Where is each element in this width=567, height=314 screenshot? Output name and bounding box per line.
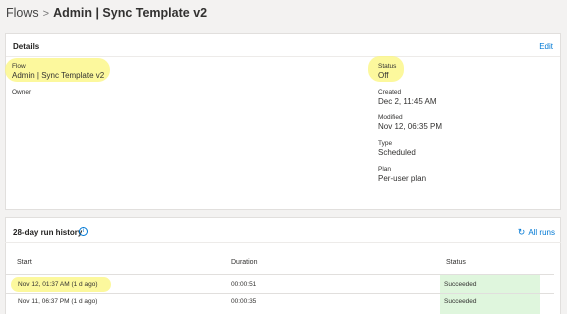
- details-title: Details: [13, 42, 40, 51]
- type-value: Scheduled: [378, 148, 416, 157]
- info-icon[interactable]: i: [79, 227, 88, 236]
- run-history-title: 28-day run history: [13, 228, 83, 237]
- column-header-start[interactable]: Start: [17, 259, 32, 266]
- run-status-cell: Succeeded: [444, 281, 477, 288]
- edit-button[interactable]: Edit: [539, 42, 553, 51]
- flow-label: Flow: [12, 63, 26, 70]
- all-runs-link[interactable]: ↻ All runs: [518, 227, 555, 238]
- divider: [5, 242, 561, 243]
- breadcrumb-flows-link[interactable]: Flows: [6, 6, 39, 20]
- run-status-cell: Succeeded: [444, 298, 477, 305]
- chevron-right-icon: >: [42, 8, 50, 20]
- status-label: Status: [378, 63, 397, 70]
- plan-value: Per-user plan: [378, 174, 427, 183]
- owner-label: Owner: [12, 89, 32, 96]
- row-divider: [6, 274, 554, 275]
- divider: [6, 56, 560, 57]
- created-label: Created: [378, 89, 402, 96]
- flow-name-value: Admin | Sync Template v2: [12, 71, 105, 80]
- run-start-cell[interactable]: Nov 12, 01:37 AM (1 d ago): [18, 281, 98, 288]
- type-label: Type: [378, 140, 393, 147]
- modified-label: Modified: [378, 114, 403, 121]
- status-value: Off: [378, 71, 389, 80]
- column-header-status[interactable]: Status: [446, 259, 466, 266]
- created-value: Dec 2, 11:45 AM: [378, 97, 437, 106]
- column-header-duration[interactable]: Duration: [231, 259, 257, 266]
- run-start-cell[interactable]: Nov 11, 06:37 PM (1 d ago): [18, 298, 97, 305]
- row-divider: [6, 293, 554, 294]
- plan-label: Plan: [378, 166, 392, 173]
- modified-value: Nov 12, 06:35 PM: [378, 122, 443, 131]
- all-runs-label: All runs: [528, 228, 555, 237]
- run-duration-cell: 00:00:35: [231, 298, 257, 305]
- refresh-icon: ↻: [517, 227, 526, 237]
- breadcrumb: Flows > Admin | Sync Template v2: [6, 6, 207, 20]
- page-title: Admin | Sync Template v2: [53, 6, 208, 20]
- status-column-bg: [440, 274, 540, 314]
- run-duration-cell: 00:00:51: [231, 281, 257, 288]
